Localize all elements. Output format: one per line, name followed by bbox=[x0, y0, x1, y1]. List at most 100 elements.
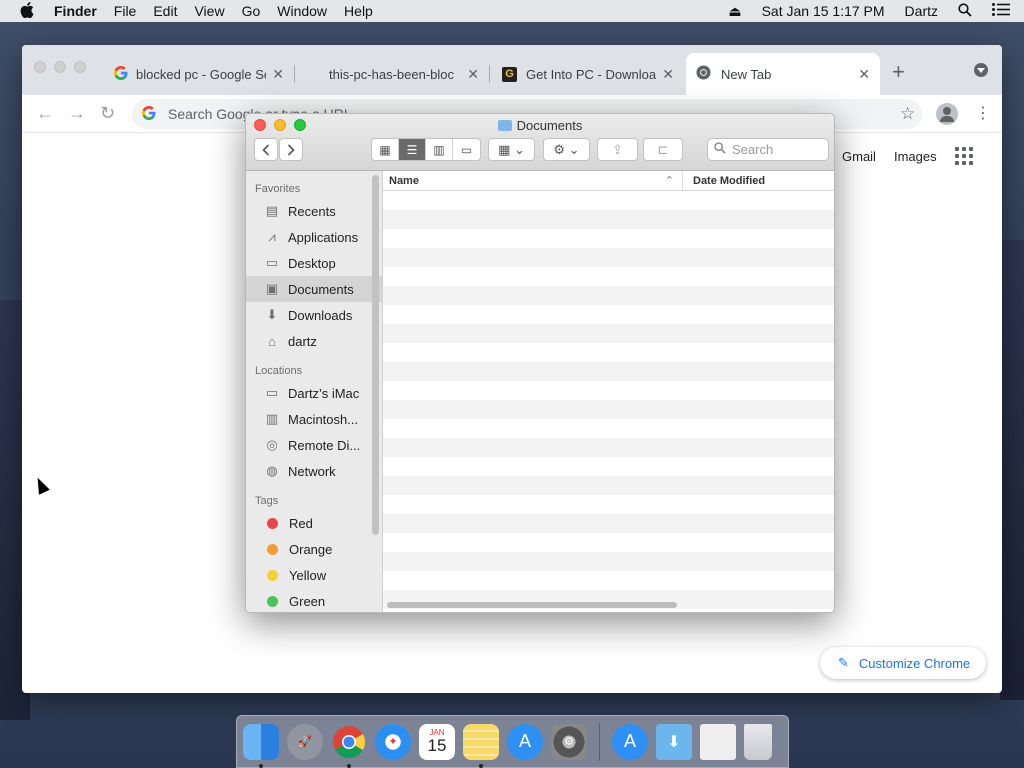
sidebar-item-network[interactable]: ◍ Network bbox=[246, 458, 382, 484]
column-header-label: Name bbox=[389, 175, 419, 187]
finder-window: Documents ▦ ☰ ▥ ▭ ▦ ⌄ ⚙ ⌄ ⇪ ⊏ Search Fav… bbox=[245, 113, 835, 613]
forward-arrow-icon[interactable]: → bbox=[68, 103, 86, 124]
back-button[interactable] bbox=[254, 138, 278, 161]
safari-icon[interactable]: ✦ bbox=[375, 723, 411, 760]
sidebar-item-label: Remote Di... bbox=[288, 437, 361, 453]
list-view-icon[interactable]: ☰ bbox=[399, 139, 426, 160]
column-header-date-modified[interactable]: Date Modified bbox=[683, 171, 765, 190]
menu-edit[interactable]: Edit bbox=[153, 3, 177, 19]
finder-title: Documents bbox=[246, 118, 834, 133]
close-icon[interactable]: ✕ bbox=[662, 66, 674, 83]
gallery-view-icon[interactable]: ▭ bbox=[453, 139, 480, 160]
chrome-window-controls bbox=[34, 61, 94, 73]
sidebar-item-label: Recents bbox=[288, 203, 336, 219]
finder-icon[interactable] bbox=[243, 723, 279, 768]
launchpad-icon[interactable]: 🚀 bbox=[287, 723, 323, 760]
share-icon[interactable]: ⇪ bbox=[597, 138, 638, 161]
sidebar-item-remote-disc[interactable]: ◎ Remote Di... bbox=[246, 432, 382, 458]
remote-disc-icon: ◎ bbox=[266, 437, 278, 452]
sidebar-tag-red[interactable]: Red bbox=[246, 510, 382, 536]
tab-this-pc-has-been-blocked[interactable]: this-pc-has-been-bloc ✕ bbox=[297, 53, 490, 95]
trash-icon[interactable] bbox=[744, 723, 772, 760]
chrome-menu-icon[interactable]: ⋮ bbox=[975, 103, 991, 125]
menu-app-name[interactable]: Finder bbox=[54, 3, 97, 19]
tags-heading: Tags bbox=[255, 495, 279, 507]
new-tab-button[interactable]: + bbox=[892, 59, 905, 85]
eject-icon[interactable]: ⏏ bbox=[728, 3, 741, 20]
sidebar-item-macintosh-hd[interactable]: ▥ Macintosh... bbox=[246, 406, 382, 432]
ntp-header-links: Gmail Images bbox=[842, 147, 973, 165]
menu-clock[interactable]: Sat Jan 15 1:17 PM bbox=[762, 3, 885, 19]
zoom-window-button[interactable] bbox=[74, 61, 86, 73]
google-g-icon bbox=[114, 65, 128, 83]
tab-get-into-pc[interactable]: G Get Into PC - Downloa ✕ bbox=[492, 53, 684, 95]
running-indicator bbox=[347, 763, 351, 768]
favorites-heading: Favorites bbox=[255, 183, 301, 195]
forward-button[interactable] bbox=[279, 138, 303, 161]
menu-go[interactable]: Go bbox=[242, 3, 261, 19]
notification-center-icon[interactable] bbox=[992, 3, 1010, 19]
chrome-icon[interactable] bbox=[331, 724, 367, 768]
sidebar-item-label: Yellow bbox=[289, 567, 327, 583]
sidebar-item-applications[interactable]: ⩘ Applications bbox=[246, 224, 382, 250]
sidebar-item-desktop[interactable]: ▭ Desktop bbox=[246, 250, 382, 276]
tab-search-icon[interactable] bbox=[974, 63, 988, 77]
tab-blocked-pc[interactable]: blocked pc - Google Se ✕ bbox=[104, 53, 295, 95]
notes-icon[interactable] bbox=[463, 723, 499, 768]
menu-help[interactable]: Help bbox=[344, 3, 373, 19]
group-by-button[interactable]: ▦ ⌄ bbox=[488, 138, 535, 161]
close-icon[interactable]: ✕ bbox=[467, 66, 479, 83]
menu-window[interactable]: Window bbox=[277, 3, 327, 19]
sidebar-tag-orange[interactable]: Orange bbox=[246, 536, 382, 562]
column-header-name[interactable]: Name ⌃ bbox=[383, 171, 683, 190]
close-icon[interactable]: ✕ bbox=[272, 66, 284, 83]
system-preferences-icon[interactable]: ⚙ bbox=[551, 723, 587, 760]
finder-search-field[interactable]: Search bbox=[707, 138, 829, 161]
close-window-button[interactable] bbox=[34, 61, 46, 73]
downloads-stack-icon[interactable]: ⬇ bbox=[656, 723, 692, 760]
menu-view[interactable]: View bbox=[194, 3, 224, 19]
customize-chrome-button[interactable]: ✎ Customize Chrome bbox=[820, 647, 986, 679]
view-mode-selector: ▦ ☰ ▥ ▭ bbox=[371, 138, 481, 161]
sidebar-scrollbar[interactable] bbox=[372, 175, 379, 535]
app-store-folder-icon[interactable]: A bbox=[612, 723, 648, 760]
sidebar-item-downloads[interactable]: ⬇ Downloads bbox=[246, 302, 382, 328]
spotlight-icon[interactable] bbox=[958, 2, 972, 20]
bookmark-star-icon[interactable]: ☆ bbox=[900, 104, 915, 124]
back-arrow-icon[interactable]: ← bbox=[36, 103, 54, 124]
profile-avatar-icon[interactable] bbox=[936, 103, 958, 125]
apple-menu-icon[interactable] bbox=[20, 1, 40, 21]
menu-user[interactable]: Dartz bbox=[905, 3, 938, 19]
empty-file-rows bbox=[383, 191, 834, 612]
sidebar-tag-green[interactable]: Green bbox=[246, 588, 382, 612]
tag-icon[interactable]: ⊏ bbox=[643, 138, 683, 161]
horizontal-scrollbar[interactable] bbox=[387, 602, 677, 608]
menu-file[interactable]: File bbox=[114, 3, 137, 19]
action-gear-icon[interactable]: ⚙ ⌄ bbox=[543, 138, 590, 161]
sidebar-item-imac[interactable]: ▭ Dartz’s iMac bbox=[246, 380, 382, 406]
tab-title: blocked pc - Google Se bbox=[136, 66, 266, 82]
tab-new-tab[interactable]: New Tab ✕ bbox=[686, 53, 880, 95]
calendar-icon[interactable]: JAN 15 bbox=[419, 723, 455, 760]
sidebar-item-recents[interactable]: ▤ Recents bbox=[246, 198, 382, 224]
app-store-icon[interactable]: A bbox=[507, 723, 543, 760]
getintopc-icon: G bbox=[502, 66, 517, 82]
hard-drive-icon: ▥ bbox=[265, 411, 279, 426]
google-apps-icon[interactable] bbox=[954, 147, 973, 165]
sidebar-item-dartz[interactable]: ⌂ dartz bbox=[246, 328, 382, 354]
reload-icon[interactable]: ↻ bbox=[100, 103, 115, 124]
sidebar-item-label: Applications bbox=[288, 229, 359, 245]
folder-icon bbox=[497, 120, 512, 131]
sidebar-item-documents[interactable]: ▣ Documents bbox=[246, 276, 382, 302]
documents-stack-icon[interactable] bbox=[700, 723, 736, 760]
icon-view-icon[interactable]: ▦ bbox=[372, 139, 399, 160]
tab-title: Get Into PC - Downloa bbox=[526, 66, 656, 82]
column-view-icon[interactable]: ▥ bbox=[426, 139, 453, 160]
close-icon[interactable]: ✕ bbox=[858, 66, 870, 83]
recents-icon: ▤ bbox=[265, 203, 279, 218]
gmail-link[interactable]: Gmail bbox=[842, 149, 876, 164]
images-link[interactable]: Images bbox=[894, 149, 937, 164]
sidebar-tag-yellow[interactable]: Yellow bbox=[246, 562, 382, 588]
minimize-window-button[interactable] bbox=[54, 61, 66, 73]
home-icon: ⌂ bbox=[268, 333, 276, 349]
